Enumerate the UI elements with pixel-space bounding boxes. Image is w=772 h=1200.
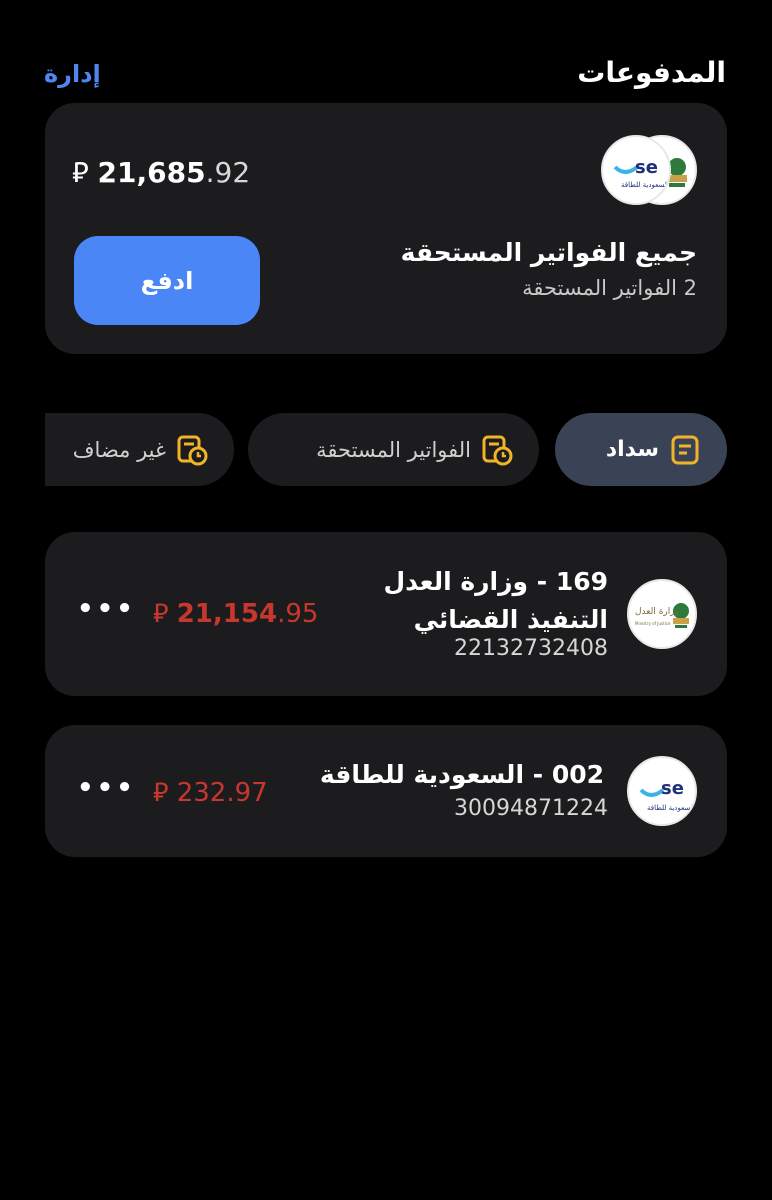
bill-title: 169 - وزارة العدل التنفيذ القضائي [383, 567, 608, 634]
tab-unadded-label: غير مضاف [72, 437, 166, 462]
all-due-bills-title: جميع الفواتير المستحقة [400, 238, 697, 267]
filter-tabs: سداد الفواتير المستحقة غير مضاف [45, 412, 735, 488]
unadded-bill-clock-icon [177, 435, 208, 465]
riyal-icon: ⃁ [153, 778, 169, 808]
bill-amount-integer: 232 [176, 778, 227, 808]
se-logo: se السعودية للطاقة [601, 135, 671, 205]
moj-logo-english: Ministry of Justice [635, 621, 671, 626]
bill-amount-decimal: .95 [277, 599, 319, 629]
pay-button[interactable]: ادفع [74, 236, 260, 325]
bill-amount-decimal: .97 [226, 778, 268, 808]
total-amount-integer: 21,685 [97, 156, 206, 189]
more-options-icon[interactable]: ••• [77, 594, 136, 624]
moj-logo-arabic: وزارة العدل [635, 607, 679, 617]
due-bill-clock-icon [482, 435, 513, 465]
page-title: المدفوعات [577, 56, 726, 89]
tab-due-bills-label: الفواتير المستحقة [316, 437, 471, 462]
bill-amount: ⃁ 232.97 [153, 776, 268, 809]
tab-due-bills[interactable]: الفواتير المستحقة [248, 413, 539, 486]
se-logo-arabic: السعودية للطاقة [621, 181, 669, 189]
total-amount: ⃁ 21,685.92 [72, 153, 250, 190]
se-logo-text: se [661, 778, 684, 799]
due-bills-count: 2 الفواتير المستحقة [522, 276, 697, 300]
bill-card-moj[interactable]: وزارة العدل Ministry of Justice 169 - وز… [45, 532, 727, 696]
se-logo-text: se [635, 157, 658, 178]
bill-card-se[interactable]: se السعودية للطاقة 002 - السعودية للطاقة… [45, 725, 727, 857]
se-logo: se السعودية للطاقة [627, 756, 697, 826]
bill-amount-integer: 21,154 [176, 599, 278, 629]
riyal-icon: ⃁ [153, 599, 169, 629]
total-amount-decimal: .92 [205, 156, 251, 189]
bill-number: 30094871224 [454, 796, 608, 821]
tab-sadad-label: سداد [605, 437, 659, 462]
bill-amount: ⃁ 21,154.95 [153, 597, 318, 630]
se-logo-arabic: السعودية للطاقة [647, 804, 695, 812]
bill-number: 22132732408 [454, 636, 608, 661]
moj-logo: وزارة العدل Ministry of Justice [627, 579, 697, 649]
bill-title: 002 - السعودية للطاقة [319, 760, 604, 789]
tab-sadad[interactable]: سداد [555, 413, 727, 486]
manage-link[interactable]: إدارة [44, 60, 101, 88]
receipt-icon [671, 435, 699, 464]
more-options-icon[interactable]: ••• [77, 773, 136, 803]
riyal-icon: ⃁ [72, 156, 89, 189]
tab-unadded[interactable]: غير مضاف [45, 413, 234, 486]
